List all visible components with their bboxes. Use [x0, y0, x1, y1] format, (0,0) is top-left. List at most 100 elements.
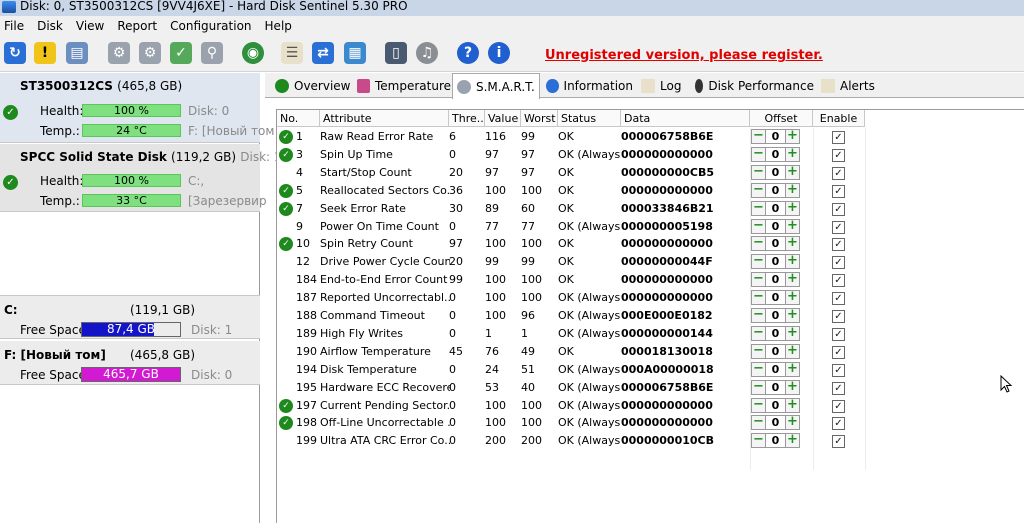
offset-value[interactable]: 0 — [766, 200, 785, 216]
offset-value[interactable]: 0 — [766, 254, 785, 270]
table-row[interactable]: ✓ 198 Off-Line Uncorrectable ... 0 100 100 OK … — [277, 414, 865, 432]
disk-ok-button[interactable]: ✓ — [168, 40, 194, 66]
table-row[interactable]: 195 Hardware ECC Recovered 0 53 40 OK (Always… — [277, 379, 865, 397]
enable-checkbox[interactable]: ✓ — [832, 166, 845, 180]
sync-button[interactable]: ⇄ — [310, 40, 336, 66]
offset-value[interactable]: 0 — [766, 290, 785, 306]
offset-decrease-button[interactable]: − — [751, 397, 766, 413]
offset-increase-button[interactable]: + — [785, 397, 800, 413]
column-header-enable[interactable]: Enable — [813, 110, 865, 127]
offset-decrease-button[interactable]: − — [751, 200, 766, 216]
column-header-data[interactable]: Data — [621, 110, 750, 127]
column-header-threshold[interactable]: Thre... — [449, 110, 485, 127]
enable-checkbox[interactable]: ✓ — [832, 292, 845, 306]
table-row[interactable]: 9Power On Time Count07777OK (Always...00… — [277, 218, 865, 236]
enable-checkbox[interactable]: ✓ — [832, 148, 845, 162]
volume-card-f[interactable]: F: [Новый том] (465,8 GB) Free Space 465… — [0, 341, 260, 385]
offset-increase-button[interactable]: + — [785, 433, 800, 449]
offset-decrease-button[interactable]: − — [751, 290, 766, 306]
offset-decrease-button[interactable]: − — [751, 308, 766, 323]
offset-value[interactable]: 0 — [766, 236, 785, 252]
disk-info-button[interactable]: ▤ — [64, 40, 90, 66]
volume-card-c[interactable]: C: (119,1 GB) Free Space 87,4 GB Disk: 1 — [0, 295, 260, 339]
offset-value[interactable]: 0 — [766, 343, 785, 359]
column-header-no[interactable]: No. — [277, 110, 320, 127]
offset-increase-button[interactable]: + — [785, 308, 800, 323]
enable-checkbox[interactable]: ✓ — [832, 417, 845, 431]
offset-decrease-button[interactable]: − — [751, 182, 766, 198]
table-row[interactable]: 12 Drive Power Cycle Count 20 99 99 OK 0000000… — [277, 253, 865, 271]
offset-increase-button[interactable]: + — [785, 325, 800, 341]
offset-value[interactable]: 0 — [766, 182, 785, 198]
column-header-offset[interactable]: Offset — [750, 110, 813, 127]
column-header-status[interactable]: Status — [558, 110, 621, 127]
disk-card-0[interactable]: ST3500312CS (465,8 GB) ✓ Health: 100 % D… — [0, 73, 274, 143]
screen-button[interactable]: ▯ — [383, 40, 409, 66]
network-button[interactable]: ▦ — [342, 40, 368, 66]
enable-checkbox[interactable]: ✓ — [832, 435, 845, 449]
offset-value[interactable]: 0 — [766, 397, 785, 413]
offset-value[interactable]: 0 — [766, 415, 785, 431]
sound-button[interactable]: ♫ — [414, 40, 440, 66]
offset-decrease-button[interactable]: − — [751, 361, 766, 377]
offset-decrease-button[interactable]: − — [751, 433, 766, 449]
tab-information[interactable]: Information — [542, 75, 633, 97]
enable-checkbox[interactable]: ✓ — [832, 381, 845, 395]
enable-checkbox[interactable]: ✓ — [832, 256, 845, 270]
table-row[interactable]: 4 Start/Stop Count 20 97 97 OK 000000000CB5 −0 +… — [277, 164, 865, 182]
offset-value[interactable]: 0 — [766, 218, 785, 234]
tab-alerts[interactable]: Alerts — [817, 75, 879, 97]
offset-decrease-button[interactable]: − — [751, 415, 766, 431]
offset-increase-button[interactable]: + — [785, 254, 800, 270]
offset-decrease-button[interactable]: − — [751, 146, 766, 162]
offset-decrease-button[interactable]: − — [751, 272, 766, 288]
menu-file[interactable]: File — [0, 19, 33, 33]
offset-value[interactable]: 0 — [766, 433, 785, 449]
table-row[interactable]: 188Command Timeout010096OK (Always...000… — [277, 307, 865, 325]
column-header-attribute[interactable]: Attribute — [320, 110, 449, 127]
offset-value[interactable]: 0 — [766, 325, 785, 341]
table-row[interactable]: ✓ 1 Raw Read Error Rate 6 116 99 OK 000006758B6… — [277, 128, 865, 146]
column-header-value[interactable]: Value — [485, 110, 521, 127]
offset-increase-button[interactable]: + — [785, 290, 800, 306]
disk-surface-button[interactable]: ⚙ — [137, 40, 163, 66]
tab-log[interactable]: Log — [637, 75, 689, 97]
offset-increase-button[interactable]: + — [785, 415, 800, 431]
table-row[interactable]: 189High Fly Writes011OK (Always...000000… — [277, 325, 865, 343]
disk-tools-button[interactable]: ⚲ — [199, 40, 225, 66]
table-row[interactable]: 199 Ultra ATA CRC Error Co... 0 200 200 OK (A… — [277, 432, 865, 450]
enable-checkbox[interactable]: ✓ — [832, 399, 845, 413]
tab-temperature[interactable]: Temperature — [353, 75, 451, 97]
column-header-worst[interactable]: Worst — [521, 110, 558, 127]
table-row[interactable]: ✓ 10 Spin Retry Count 97 100 100 OK 00000000000… — [277, 235, 865, 253]
offset-increase-button[interactable]: + — [785, 236, 800, 252]
table-row[interactable]: ✓3Spin Up Time09797OK (Always...00000000… — [277, 146, 865, 164]
menu-help[interactable]: Help — [261, 19, 301, 33]
offset-increase-button[interactable]: + — [785, 272, 800, 288]
offset-decrease-button[interactable]: − — [751, 218, 766, 234]
info-button[interactable]: i — [486, 40, 512, 66]
offset-decrease-button[interactable]: − — [751, 379, 766, 395]
menu-view[interactable]: View — [72, 19, 113, 33]
disk-test-button[interactable]: ⚙ — [106, 40, 132, 66]
enable-checkbox[interactable]: ✓ — [832, 184, 845, 198]
report-button[interactable]: ☰ — [279, 40, 305, 66]
enable-checkbox[interactable]: ✓ — [832, 238, 845, 252]
table-row[interactable]: ✓ 197 Current Pending Sector... 0 100 100 OK (… — [277, 397, 865, 415]
refresh-button[interactable]: ↻ — [2, 40, 28, 66]
offset-increase-button[interactable]: + — [785, 361, 800, 377]
offset-decrease-button[interactable]: − — [751, 254, 766, 270]
offset-increase-button[interactable]: + — [785, 379, 800, 395]
tab-disk-performance[interactable]: Disk Performance — [691, 75, 814, 97]
offset-decrease-button[interactable]: − — [751, 129, 766, 144]
offset-increase-button[interactable]: + — [785, 129, 800, 144]
menu-report[interactable]: Report — [113, 19, 166, 33]
offset-increase-button[interactable]: + — [785, 164, 800, 180]
table-row[interactable]: 190 Airflow Temperature 45 76 49 OK 0000181300… — [277, 343, 865, 361]
offset-decrease-button[interactable]: − — [751, 236, 766, 252]
enable-checkbox[interactable]: ✓ — [832, 327, 845, 341]
offset-value[interactable]: 0 — [766, 361, 785, 377]
offset-decrease-button[interactable]: − — [751, 325, 766, 341]
tab-overview[interactable]: Overview — [271, 75, 351, 97]
enable-checkbox[interactable]: ✓ — [832, 131, 845, 144]
